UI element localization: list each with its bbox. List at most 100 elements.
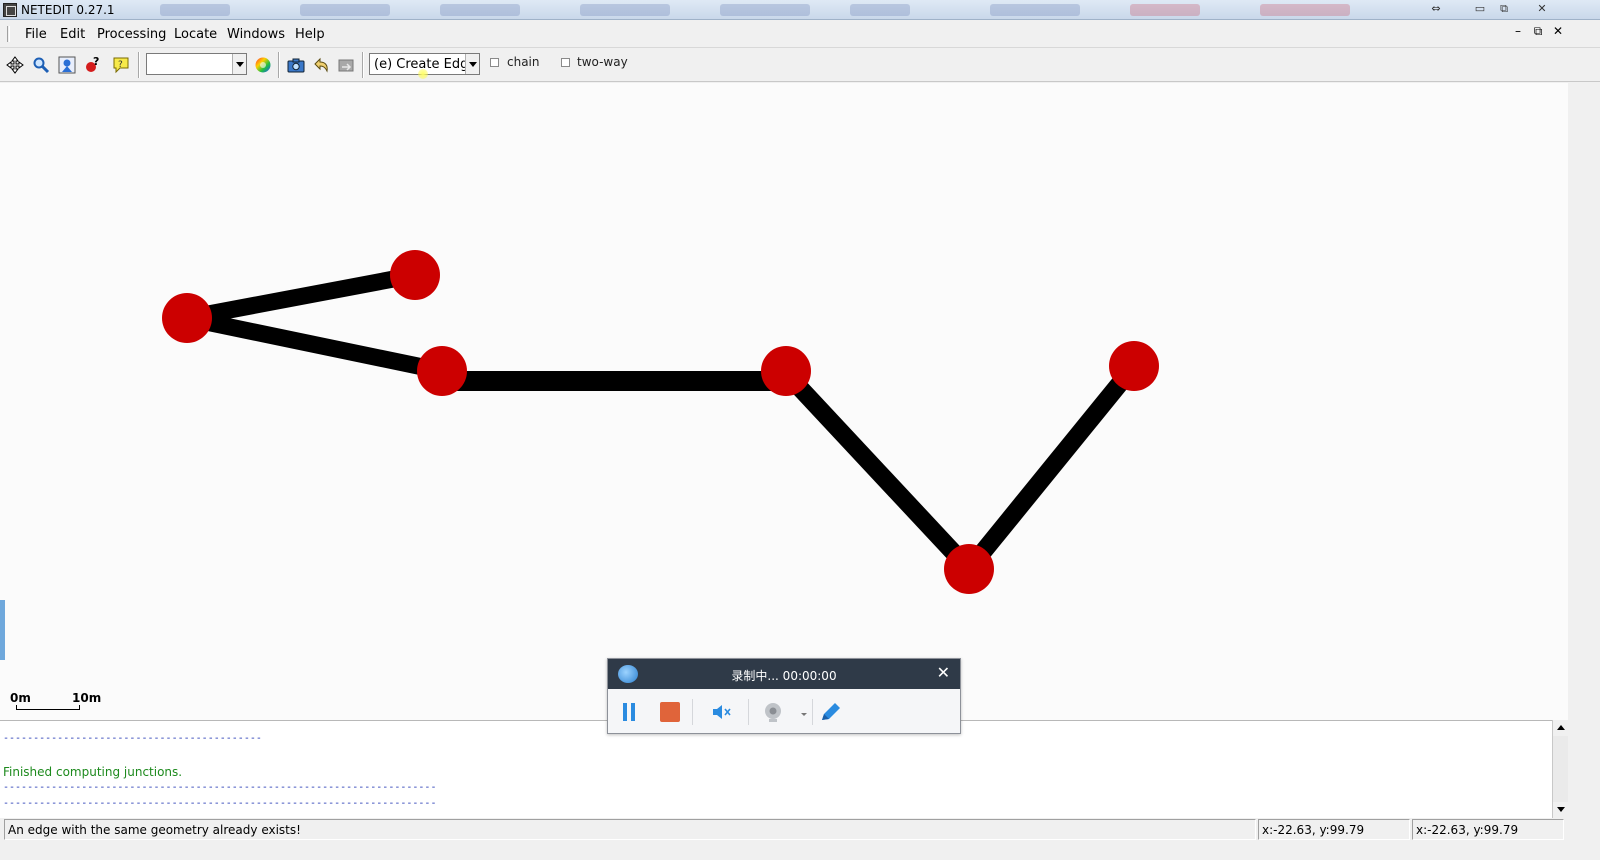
svg-text:?: ?	[93, 56, 99, 68]
scale-tick	[16, 705, 17, 710]
tooltip-icon[interactable]: ?	[110, 54, 132, 76]
network-view[interactable]	[0, 83, 1568, 720]
window-title: NETEDIT 0.27.1	[21, 3, 115, 17]
color-wheel-icon[interactable]	[252, 54, 274, 76]
netedit-window: NETEDIT 0.27.1 ⇔ ▭ ⧉ ✕ File Edit Process…	[0, 0, 1600, 860]
chain-label: chain	[507, 55, 540, 69]
edge-accent	[0, 600, 5, 660]
mdi-restore-button[interactable]: ⧉	[1530, 24, 1546, 39]
log-message: Finished computing junctions.	[3, 765, 183, 779]
close-icon[interactable]: ✕	[937, 664, 950, 682]
toolbar-separator	[278, 52, 280, 78]
scroll-down-icon[interactable]	[1553, 802, 1569, 818]
menu-help[interactable]: Help	[295, 27, 325, 42]
toolbar-separator	[362, 52, 364, 78]
status-message: An edge with the same geometry already e…	[8, 823, 301, 837]
app-icon	[3, 3, 17, 17]
recorder-header: 录制中... 00:00:00 ✕	[608, 659, 960, 689]
menu-edit[interactable]: Edit	[60, 27, 85, 42]
chain-checkbox[interactable]	[490, 58, 499, 67]
menu-file[interactable]: File	[25, 27, 47, 42]
webcam-icon[interactable]	[762, 701, 806, 723]
restore-icon[interactable]: ⇔	[1424, 2, 1448, 17]
edges	[185, 266, 1141, 576]
zoom-icon[interactable]	[30, 54, 52, 76]
redo-icon[interactable]	[335, 54, 357, 76]
taskbar-blur	[850, 4, 910, 16]
webcam-dropdown-icon[interactable]	[800, 707, 808, 716]
scale-tick	[79, 705, 80, 710]
edge[interactable]	[185, 309, 444, 380]
pen-icon[interactable]	[819, 701, 841, 723]
edge[interactable]	[962, 360, 1141, 575]
menu-grip	[7, 26, 10, 42]
taskbar-blur	[440, 4, 520, 16]
two-way-label: two-way	[577, 55, 628, 69]
right-gutter	[1568, 83, 1600, 720]
maximize-icon[interactable]: ⧉	[1492, 2, 1516, 17]
viewport-combo[interactable]	[146, 53, 247, 75]
taskbar-blur	[1130, 4, 1200, 16]
edge[interactable]	[185, 266, 417, 327]
taskbar-blur	[990, 4, 1080, 16]
cursor-coords: x:-22.63, y:99.79	[1262, 823, 1365, 837]
recenter-view-icon[interactable]	[4, 54, 26, 76]
locate-junction-icon[interactable]	[56, 54, 78, 76]
cursor-geo-coords: x:-22.63, y:99.79	[1416, 823, 1519, 837]
screen-recorder-widget: 录制中... 00:00:00 ✕	[607, 658, 961, 734]
close-icon[interactable]: ✕	[1530, 2, 1554, 17]
log-separator: ----------------------------------------…	[3, 798, 435, 809]
scale-legend: 0m 10m	[10, 691, 102, 715]
mouse-cursor-highlight	[418, 69, 428, 79]
taskbar-blur	[300, 4, 390, 16]
pause-icon[interactable]	[618, 701, 640, 723]
junction[interactable]	[944, 544, 994, 594]
two-way-checkbox[interactable]	[561, 58, 570, 67]
status-message-cell: An edge with the same geometry already e…	[4, 819, 1256, 840]
message-log: ----------------------------------------…	[0, 720, 1568, 818]
status-coords-cell: x:-22.63, y:99.79	[1412, 819, 1564, 840]
menu-bar: File Edit Processing Locate Windows Help…	[0, 20, 1600, 48]
junction[interactable]	[162, 293, 212, 343]
scroll-up-icon[interactable]	[1553, 720, 1569, 736]
recorder-status: 录制中... 00:00:00	[731, 669, 837, 683]
mdi-close-button[interactable]: ✕	[1550, 24, 1566, 38]
taskbar-blur	[720, 4, 810, 16]
svg-text:?: ?	[118, 60, 123, 70]
minimize-icon[interactable]: ▭	[1468, 2, 1492, 17]
network-canvas[interactable]: 0m 10m	[0, 83, 1568, 720]
status-coords-cell: x:-22.63, y:99.79	[1258, 819, 1410, 840]
recorder-divider	[692, 699, 693, 725]
mdi-minimize-button[interactable]: –	[1510, 24, 1526, 38]
menu-processing[interactable]: Processing	[97, 27, 166, 42]
locate-edge-icon[interactable]: ?	[82, 54, 104, 76]
stop-icon[interactable]	[659, 701, 681, 723]
toolbar: ? ? (e) Create Edge chain two-way	[0, 48, 1600, 82]
taskbar-blur	[160, 4, 230, 16]
scale-start-label: 0m	[10, 691, 31, 705]
recorder-divider	[748, 699, 749, 725]
log-scrollbar[interactable]	[1552, 720, 1569, 818]
screenshot-icon[interactable]	[285, 54, 307, 76]
status-bar: An edge with the same geometry already e…	[0, 818, 1600, 860]
junction[interactable]	[761, 346, 811, 396]
toolbar-separator	[138, 52, 140, 78]
mute-icon[interactable]	[711, 701, 733, 723]
undo-icon[interactable]	[310, 54, 332, 76]
chevron-down-icon[interactable]	[232, 54, 246, 74]
recorder-divider	[812, 699, 813, 725]
scale-bar	[16, 709, 80, 710]
taskbar-blur	[1260, 4, 1350, 16]
junction[interactable]	[390, 250, 440, 300]
log-separator: ----------------------------------------…	[3, 782, 435, 793]
junction[interactable]	[1109, 341, 1159, 391]
edge[interactable]	[779, 366, 976, 576]
menu-windows[interactable]: Windows	[227, 27, 285, 42]
title-bar: NETEDIT 0.27.1 ⇔ ▭ ⧉ ✕	[0, 0, 1600, 20]
log-separator: ----------------------------------------…	[3, 733, 263, 744]
junction[interactable]	[417, 346, 467, 396]
chevron-down-icon[interactable]	[465, 54, 479, 74]
menu-locate[interactable]: Locate	[174, 27, 217, 42]
scale-end-label: 10m	[72, 691, 102, 705]
taskbar-blur	[580, 4, 670, 16]
